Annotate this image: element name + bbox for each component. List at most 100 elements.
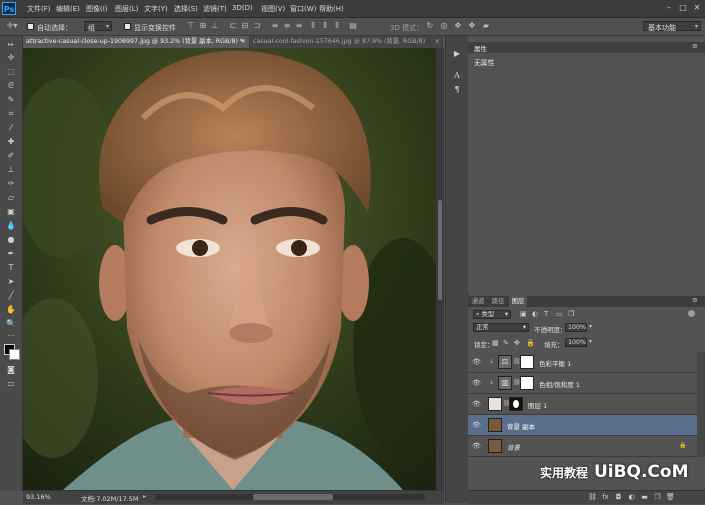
new-layer-icon[interactable]: ❐ — [653, 493, 662, 502]
align-top-icon[interactable]: ⊤ — [186, 21, 196, 31]
maximize-button[interactable]: □ — [677, 3, 689, 13]
screen-mode-icon[interactable]: ▭ — [4, 378, 18, 389]
quick-mask-icon[interactable]: ◙ — [4, 364, 18, 375]
filter-pixel-icon[interactable]: ▣ — [520, 310, 527, 318]
new-group-icon[interactable]: ▬ — [640, 493, 649, 502]
layer-name[interactable]: 背景 — [507, 442, 520, 452]
distribute-left-icon[interactable]: ⦀ — [308, 21, 318, 31]
document-tab-active[interactable]: attractive-casual-close-up-1906997.jpg @… — [23, 36, 249, 48]
close-tab-icon[interactable]: × — [435, 36, 440, 48]
healing-brush-tool-icon[interactable]: ✚ — [4, 136, 18, 147]
dodge-tool-icon[interactable]: ● — [4, 234, 18, 245]
opacity-slider-arrow-icon[interactable]: ▾ — [589, 323, 592, 330]
menu-edit[interactable]: 编辑(E) — [56, 4, 80, 14]
horizontal-scroll-thumb[interactable] — [253, 494, 333, 500]
auto-select-checkbox[interactable] — [27, 23, 34, 30]
menu-3d[interactable]: 3D(D) — [232, 4, 253, 12]
layer-row[interactable]: 👁 ⛓ 图层 1 — [468, 394, 697, 415]
layer-row[interactable]: 👁 ↓ ▥ ⛓ 色相/饱和度 1 — [468, 373, 697, 394]
link-layers-icon[interactable]: ⛓ — [588, 493, 597, 502]
visibility-eye-icon[interactable]: 👁 — [472, 358, 481, 367]
menu-help[interactable]: 帮助(H) — [319, 4, 344, 14]
filter-shape-icon[interactable]: ▭ — [556, 310, 563, 318]
align-bottom-icon[interactable]: ⊥ — [210, 21, 220, 31]
distribute-vcenter-icon[interactable]: ≡ — [282, 21, 292, 31]
lock-position-icon[interactable]: ✥ — [514, 339, 520, 347]
move-tool-preset-icon[interactable]: ✛▾ — [4, 21, 20, 31]
visibility-eye-icon[interactable]: 👁 — [472, 379, 481, 388]
more-tools-icon[interactable]: ··· — [4, 331, 18, 342]
brush-tool-icon[interactable]: ✐ — [4, 150, 18, 161]
marquee-tool-icon[interactable]: ⬚ — [4, 66, 18, 77]
document-canvas[interactable] — [23, 48, 436, 490]
visibility-eye-icon[interactable]: 👁 — [472, 421, 481, 430]
filter-adjustment-icon[interactable]: ◐ — [532, 310, 538, 318]
blend-mode-dropdown[interactable]: 正常 ▾ — [473, 323, 529, 332]
history-brush-tool-icon[interactable]: ✑ — [4, 178, 18, 189]
distribute-hcenter-icon[interactable]: ⦀ — [320, 21, 330, 31]
auto-select-dropdown[interactable]: 组 ▾ — [84, 21, 112, 32]
status-menu-arrow-icon[interactable]: ▸ — [143, 493, 146, 500]
3d-roll-icon[interactable]: ◎ — [439, 21, 449, 31]
filter-smart-object-icon[interactable]: ❐ — [568, 310, 574, 318]
3d-slide-icon[interactable]: ❖ — [467, 21, 477, 31]
canvas-scroll-thumb[interactable] — [438, 200, 442, 300]
visibility-eye-icon[interactable]: 👁 — [472, 442, 481, 451]
layer-style-icon[interactable]: fx — [601, 493, 610, 502]
lock-image-icon[interactable]: ✎ — [503, 339, 509, 347]
layer-row-selected[interactable]: 👁 背景 副本 — [468, 415, 697, 436]
layer-mask-thumbnail[interactable] — [509, 397, 523, 411]
document-tab[interactable]: casual-cool-fashion-157646.jpg @ 87.9% (… — [250, 36, 443, 48]
layer-row[interactable]: 👁 ↓ ⚖ ⛓ 色彩平衡 1 — [468, 352, 697, 373]
clone-stamp-tool-icon[interactable]: ⊥ — [4, 164, 18, 175]
play-action-icon[interactable]: ▶ — [451, 48, 463, 59]
filter-toggle-icon[interactable] — [688, 310, 695, 317]
type-tool-icon[interactable]: T — [4, 262, 18, 273]
layer-mask-thumbnail[interactable] — [520, 376, 534, 390]
align-left-icon[interactable]: ⊏ — [228, 21, 238, 31]
distribute-right-icon[interactable]: ⦀ — [332, 21, 342, 31]
quick-select-tool-icon[interactable]: ✎ — [4, 94, 18, 105]
3d-scale-icon[interactable]: ▰ — [481, 21, 491, 31]
layer-name[interactable]: 图层 1 — [528, 400, 547, 410]
menu-filter[interactable]: 滤镜(T) — [203, 4, 227, 14]
align-hcenter-icon[interactable]: ⊟ — [240, 21, 250, 31]
minimize-button[interactable]: – — [663, 3, 675, 13]
close-tab-icon[interactable]: × — [241, 36, 246, 48]
opacity-field[interactable]: 100% — [565, 323, 587, 332]
menu-layer[interactable]: 图层(L) — [115, 4, 138, 14]
menu-window[interactable]: 窗口(W) — [290, 4, 316, 14]
add-mask-icon[interactable]: ◘ — [614, 493, 623, 502]
menu-select[interactable]: 选择(S) — [174, 4, 198, 14]
new-adjustment-layer-icon[interactable]: ◐ — [627, 493, 636, 502]
menu-view[interactable]: 视图(V) — [261, 4, 285, 14]
layer-name[interactable]: 色相/饱和度 1 — [539, 379, 580, 389]
path-select-tool-icon[interactable]: ➤ — [4, 276, 18, 287]
layers-menu-icon[interactable]: ≡ — [692, 296, 698, 304]
line-tool-icon[interactable]: ╱ — [4, 290, 18, 301]
zoom-tool-icon[interactable]: 🔍 — [4, 318, 18, 329]
3d-rotate-icon[interactable]: ↻ — [425, 21, 435, 31]
menu-image[interactable]: 图像(I) — [86, 4, 108, 14]
fill-slider-arrow-icon[interactable]: ▾ — [589, 338, 592, 345]
show-transform-checkbox[interactable] — [124, 23, 131, 30]
tab-layers[interactable]: 图层 — [509, 296, 527, 307]
distribute-top-icon[interactable]: ≡ — [270, 21, 280, 31]
tab-paths[interactable]: 路径 — [490, 296, 506, 307]
collapse-toolbox-icon[interactable]: ▸▸ — [4, 39, 18, 50]
pen-tool-icon[interactable]: ✒ — [4, 248, 18, 259]
crop-tool-icon[interactable]: ⌗ — [4, 108, 18, 119]
layer-name[interactable]: 背景 副本 — [507, 421, 535, 431]
auto-align-icon[interactable]: ▤ — [348, 21, 358, 31]
tab-channels[interactable]: 通道 — [470, 296, 486, 307]
layer-filter-dropdown[interactable]: ⌕ 类型 ▾ — [473, 310, 511, 319]
lasso-tool-icon[interactable]: ᘓ — [4, 80, 18, 91]
character-panel-icon[interactable]: A — [451, 70, 463, 81]
move-tool-icon[interactable]: ✛ — [4, 52, 18, 63]
menu-file[interactable]: 文件(F) — [27, 4, 51, 14]
filter-type-icon[interactable]: T — [544, 310, 548, 318]
close-window-button[interactable]: ✕ — [691, 3, 703, 13]
align-vcenter-icon[interactable]: ⊞ — [198, 21, 208, 31]
blur-tool-icon[interactable]: 💧 — [4, 220, 18, 231]
layer-name[interactable]: 色彩平衡 1 — [539, 358, 571, 368]
